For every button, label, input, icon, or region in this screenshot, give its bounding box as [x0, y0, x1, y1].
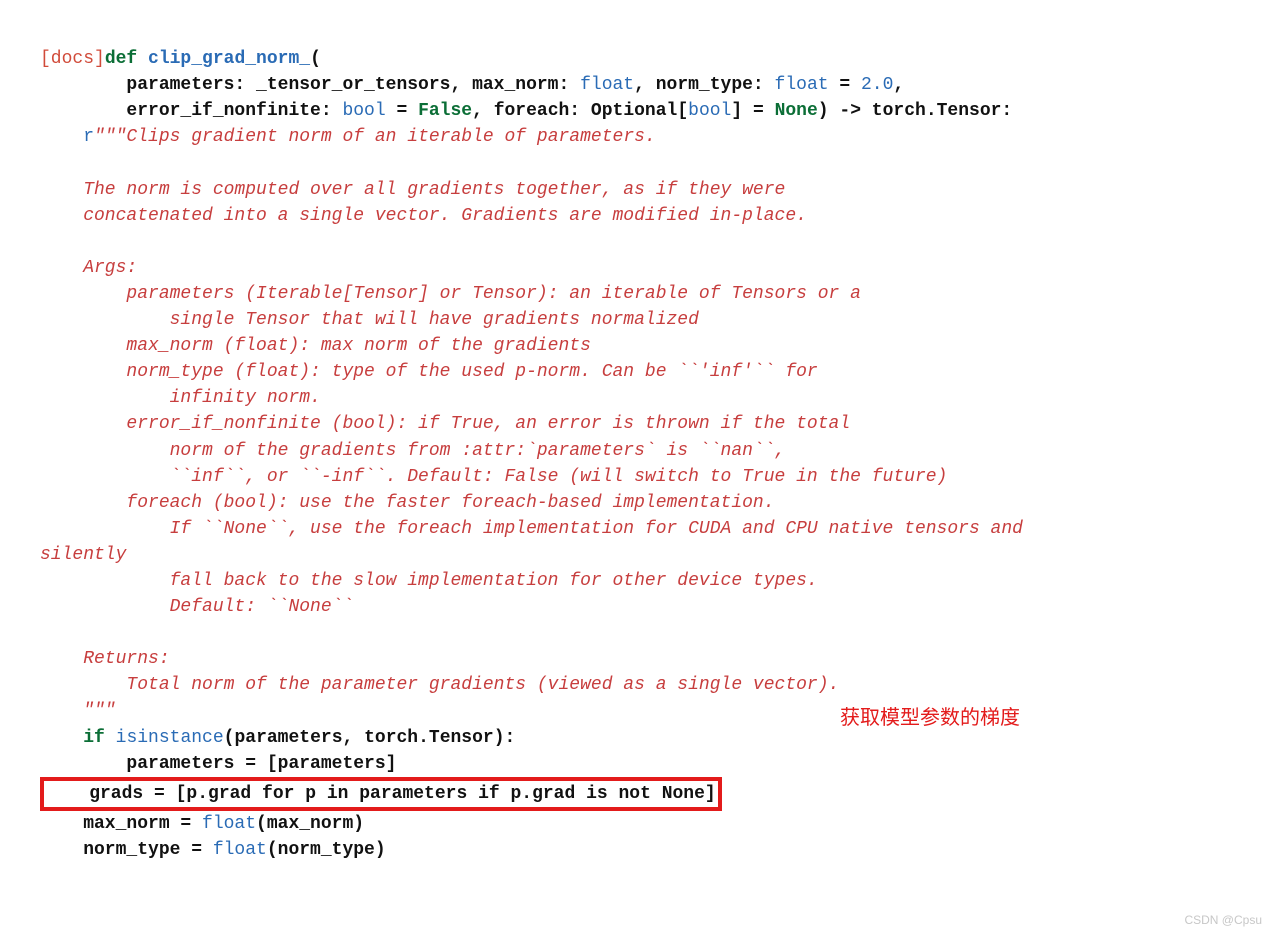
kw-def: def	[105, 49, 137, 69]
docs-link[interactable]: [docs]	[40, 49, 105, 69]
watermark: CSDN @Cpsu	[1184, 912, 1262, 929]
annotation-text: 获取模型参数的梯度	[840, 704, 1020, 733]
highlighted-line: grads = [p.grad for p in parameters if p…	[40, 777, 722, 811]
docstring: """Clips gradient norm of an iterable of…	[94, 127, 656, 147]
func-name: clip_grad_norm_	[148, 49, 310, 69]
code-block: [docs]def clip_grad_norm_( parameters: _…	[0, 0, 1272, 935]
